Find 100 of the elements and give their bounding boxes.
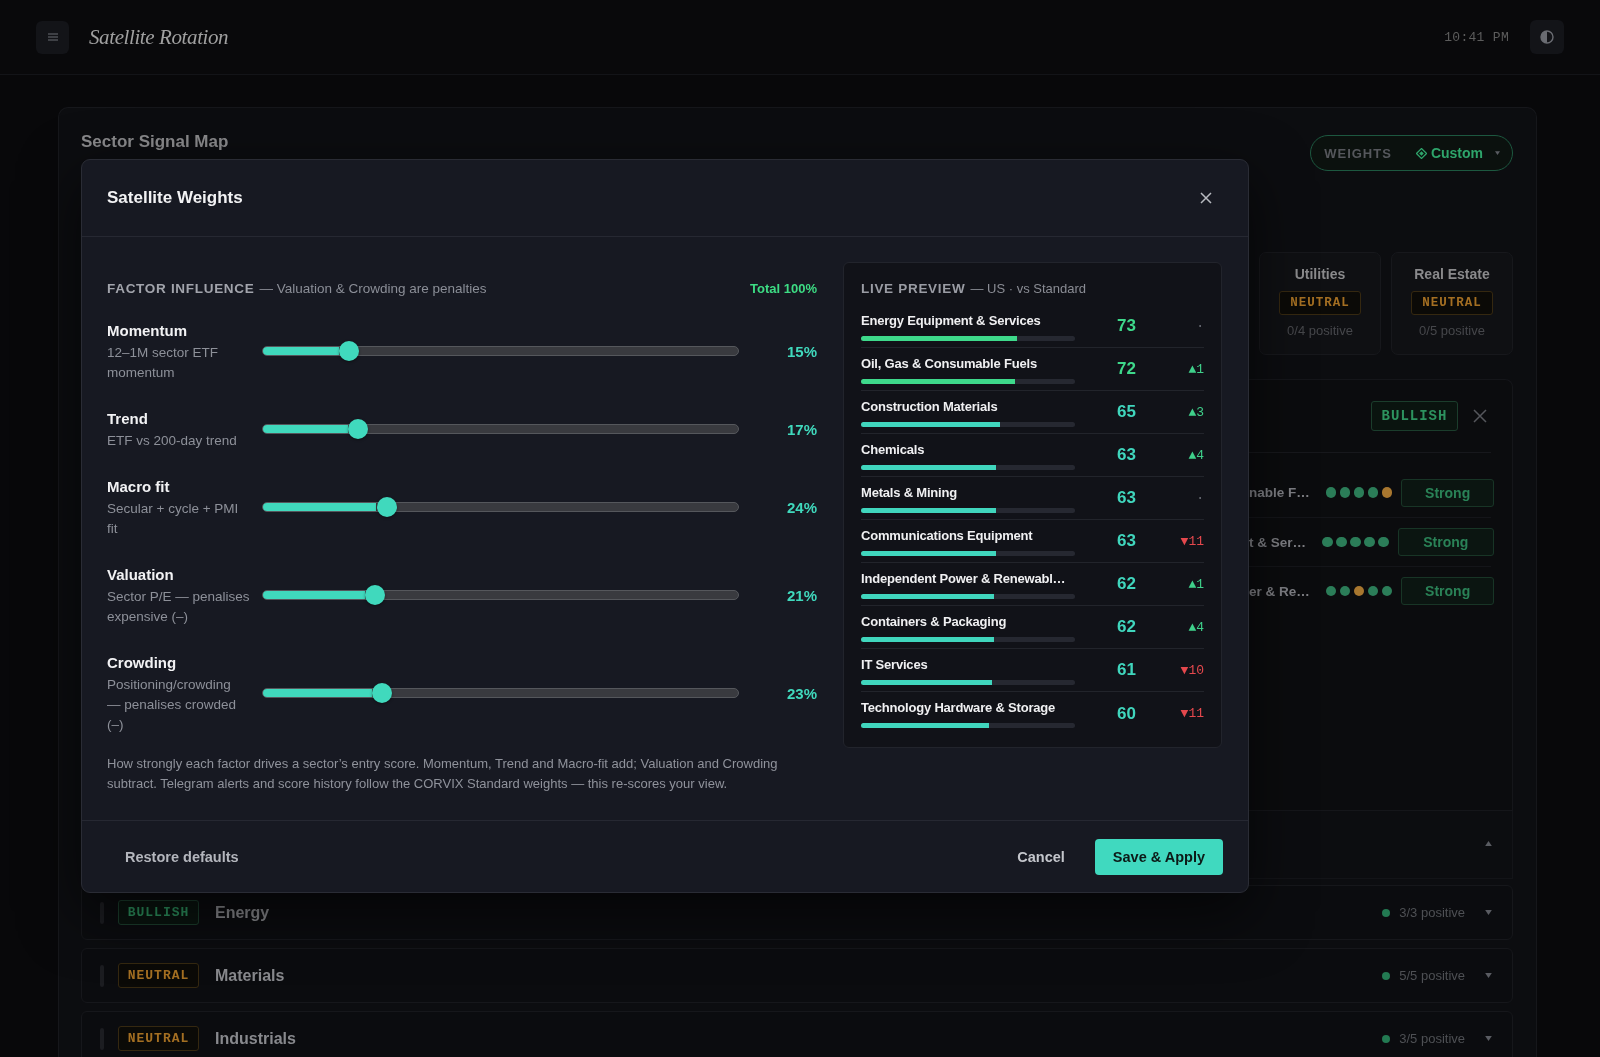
close-icon xyxy=(1473,409,1487,423)
section-subtitle: — Valuation & Crowding are penalties xyxy=(259,280,487,298)
theme-toggle-button[interactable] xyxy=(1530,20,1564,54)
score-value: 62 xyxy=(1116,617,1136,637)
rank-change: · xyxy=(1195,490,1204,506)
factor-name: Crowding xyxy=(107,653,178,673)
industry-name: er & Re… xyxy=(1249,583,1310,599)
weights-label: WEIGHTS xyxy=(1324,145,1392,161)
score-value: 61 xyxy=(1116,660,1136,680)
factor-description: Secular + cycle + PMI fit xyxy=(107,500,240,538)
score-value: 63 xyxy=(1116,531,1136,551)
sector-name: Real Estate xyxy=(1414,265,1490,284)
sector-name: Utilities xyxy=(1294,265,1346,284)
total-label: Total 100% xyxy=(750,280,817,298)
save-apply-button[interactable]: Save & Apply xyxy=(1094,838,1223,875)
slider-thumb[interactable] xyxy=(376,497,397,517)
strength-badge: Strong xyxy=(1401,478,1494,507)
restore-defaults-button[interactable]: Restore defaults xyxy=(107,839,257,874)
rank-change: ▲4 xyxy=(1187,619,1204,635)
score-value: 62 xyxy=(1116,574,1136,594)
signal-badge: BULLISH xyxy=(118,900,199,925)
panel-subtitle: — US · vs Standard xyxy=(970,280,1087,298)
factor-name: Momentum xyxy=(107,321,188,341)
strength-badge: Strong xyxy=(1401,577,1494,605)
score-value: 72 xyxy=(1116,359,1136,379)
rank-change: ▲3 xyxy=(1187,404,1204,420)
factor-description: Positioning/crowding — penalises crowded (–) xyxy=(107,676,238,734)
strength-badge: Strong xyxy=(1397,528,1494,556)
rank-change: · xyxy=(1195,318,1204,334)
status-dot-icon xyxy=(1382,971,1391,980)
rank-change: ▲1 xyxy=(1187,361,1204,377)
sector-name: Materials xyxy=(215,966,285,985)
factor-name: Valuation xyxy=(107,565,175,585)
signal-badge: NEUTRAL xyxy=(118,1026,199,1051)
rank-change: ▲4 xyxy=(1187,447,1204,463)
section-heading: FACTOR INFLUENCE xyxy=(107,280,255,298)
score-value: 63 xyxy=(1116,488,1136,508)
industry-name: t & Ser… xyxy=(1249,534,1306,550)
weights-selector[interactable]: WEIGHTS Custom xyxy=(1310,135,1513,171)
rank-change: ▼10 xyxy=(1179,662,1204,678)
factor-name: Trend xyxy=(107,409,149,429)
diamond-icon xyxy=(1415,147,1427,159)
positive-count: 3/5 positive xyxy=(1399,1031,1465,1046)
factor-percent: 15% xyxy=(785,342,817,360)
score-value: 65 xyxy=(1116,402,1136,422)
half-circle-icon xyxy=(1540,30,1554,44)
industry-name: Chemicals xyxy=(861,440,926,459)
cancel-button[interactable]: Cancel xyxy=(999,839,1083,874)
weights-value: Custom xyxy=(1430,145,1483,161)
section-title: Sector Signal Map xyxy=(81,131,229,153)
score-value: 63 xyxy=(1116,445,1136,465)
industry-name: nable F… xyxy=(1249,485,1310,500)
factor-percent: 17% xyxy=(785,420,817,438)
industry-name: Construction Materials xyxy=(861,397,999,416)
industry-name: IT Services xyxy=(861,655,929,674)
caret-down-icon[interactable] xyxy=(1485,910,1492,915)
status-dot-icon xyxy=(1382,908,1391,917)
slider-thumb[interactable] xyxy=(371,683,392,703)
industry-name: Technology Hardware & Storage xyxy=(861,699,1057,717)
industry-name: Communications Equipment xyxy=(861,526,1034,545)
factor-percent: 24% xyxy=(785,498,817,516)
positive-count: 5/5 positive xyxy=(1399,968,1465,983)
positive-count: 3/3 positive xyxy=(1399,905,1465,920)
slider-thumb[interactable] xyxy=(338,341,359,361)
factor-description: Sector P/E — penalises expensive (–) xyxy=(107,588,251,626)
rank-change: ▼11 xyxy=(1179,706,1204,721)
menu-icon xyxy=(47,33,58,41)
caret-down-icon xyxy=(1495,151,1500,155)
factor-description: 12–1M sector ETF momentum xyxy=(107,344,220,382)
industry-name: Oil, Gas & Consumable Fuels xyxy=(861,354,1038,373)
rank-change: ▲1 xyxy=(1187,576,1204,592)
sector-tile[interactable]: Real Estate NEUTRAL 0/5 positive xyxy=(1391,252,1513,355)
factor-name: Macro fit xyxy=(107,477,171,497)
caret-up-icon[interactable] xyxy=(1485,840,1492,846)
caret-down-icon[interactable] xyxy=(1485,1036,1492,1041)
industry-name: Metals & Mining xyxy=(861,483,958,502)
close-button[interactable] xyxy=(1198,190,1214,206)
score-value: 60 xyxy=(1116,703,1136,724)
industry-name: Containers & Packaging xyxy=(861,612,1008,631)
industry-name: Independent Power & Renewabl… xyxy=(861,569,1067,588)
rank-change: ▼11 xyxy=(1179,533,1204,549)
slider-thumb[interactable] xyxy=(348,419,368,439)
signal-badge: NEUTRAL xyxy=(1279,291,1361,315)
score-value: 73 xyxy=(1116,316,1136,336)
panel-heading: LIVE PREVIEW xyxy=(861,280,966,298)
help-text: How strongly each factor drives a sector’s entry score. Momentum, Trend and Macro-fit add; Valuation and Crowding subtract. Telegram alerts and score history follow the CORVIX Standard weights — this re-scores your view. xyxy=(107,755,779,793)
signal-badge: NEUTRAL xyxy=(1411,291,1493,315)
factor-description: ETF vs 200-day trend xyxy=(107,432,238,450)
positive-count: 0/5 positive xyxy=(1419,323,1485,338)
slider-thumb[interactable] xyxy=(364,585,385,605)
status-dot-icon xyxy=(1382,1034,1391,1043)
app-title: Satellite Rotation xyxy=(89,24,229,50)
caret-down-icon[interactable] xyxy=(1485,973,1492,978)
industry-name: Energy Equipment & Services xyxy=(861,311,1042,330)
factor-percent: 23% xyxy=(785,684,817,702)
signal-badge: NEUTRAL xyxy=(118,963,199,988)
dialog-title: Satellite Weights xyxy=(107,188,243,208)
sector-name: Industrials xyxy=(215,1029,296,1048)
signal-badge: BULLISH xyxy=(1371,401,1458,431)
close-icon xyxy=(1200,192,1212,204)
